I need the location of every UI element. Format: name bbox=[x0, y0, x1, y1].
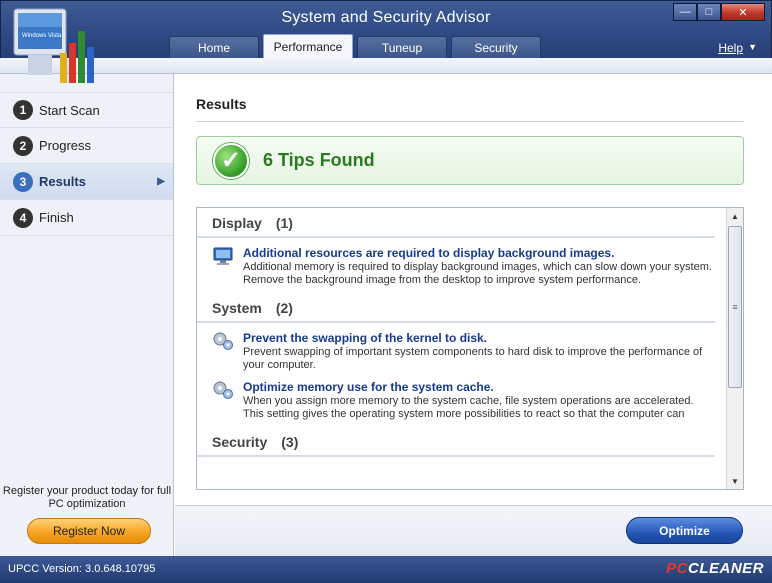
section-count: (3) bbox=[281, 434, 299, 450]
tip-title[interactable]: Optimize memory use for the system cache… bbox=[243, 380, 715, 394]
tab-security[interactable]: Security bbox=[451, 36, 541, 58]
scroll-down-icon[interactable]: ▼ bbox=[727, 473, 743, 489]
optimize-button[interactable]: Optimize bbox=[626, 517, 743, 544]
step-number-4: 4 bbox=[13, 207, 33, 228]
minimize-button[interactable]: — bbox=[673, 3, 697, 21]
step-number-3: 3 bbox=[13, 171, 33, 192]
logo-text: Windows Vista bbox=[22, 33, 62, 39]
list-item[interactable]: Prevent the swapping of the kernel to di… bbox=[197, 323, 715, 372]
divider bbox=[196, 121, 744, 122]
section-count: (1) bbox=[275, 215, 293, 231]
maximize-button[interactable]: □ bbox=[697, 3, 721, 21]
list-item[interactable]: Optimize memory use for the system cache… bbox=[197, 372, 715, 421]
main-panel: Results ✓ 6 Tips Found Display (1) Addit… bbox=[175, 74, 772, 556]
section-title: Display bbox=[212, 215, 262, 231]
monitor-icon bbox=[213, 247, 233, 265]
tips-found-text: 6 Tips Found bbox=[263, 150, 375, 170]
register-now-button[interactable]: Register Now bbox=[27, 518, 151, 544]
scroll-up-icon[interactable]: ▲ bbox=[727, 208, 743, 224]
gears-icon bbox=[213, 332, 233, 350]
window-title: System and Security Advisor bbox=[281, 9, 491, 26]
list-item[interactable]: Additional resources are required to dis… bbox=[197, 238, 715, 287]
section-count: (2) bbox=[275, 300, 293, 316]
results-scrollbar[interactable]: ▲ ≡ ▼ bbox=[726, 208, 743, 489]
step-label: Progress bbox=[39, 138, 92, 153]
tab-content-bar bbox=[0, 58, 772, 74]
section-header-security: Security (3) bbox=[197, 427, 715, 457]
help-menu[interactable]: Help bbox=[718, 41, 743, 55]
section-header-system: System (2) bbox=[197, 293, 715, 323]
tip-title[interactable]: Additional resources are required to dis… bbox=[243, 246, 715, 260]
step-progress[interactable]: 2 Progress bbox=[0, 128, 173, 164]
step-number-2: 2 bbox=[13, 135, 33, 156]
scroll-thumb[interactable]: ≡ bbox=[728, 226, 742, 388]
gears-icon bbox=[213, 381, 233, 399]
step-number-1: 1 bbox=[13, 100, 33, 120]
brand-cleaner: CLEANER bbox=[687, 560, 764, 577]
brand-logo: PCCLEANER bbox=[666, 560, 764, 577]
status-bar: UPCC Version: 3.0.648.10795 PCCLEANER bbox=[0, 556, 772, 583]
tip-description: Additional memory is required to display… bbox=[243, 261, 712, 286]
step-start-scan[interactable]: 1 Start Scan bbox=[0, 92, 173, 128]
tab-performance[interactable]: Performance bbox=[263, 34, 353, 58]
tab-home[interactable]: Home bbox=[169, 36, 259, 58]
step-finish[interactable]: 4 Finish bbox=[0, 200, 173, 236]
sidebar: 1 Start Scan 2 Progress 3 Results ▶ 4 Fi… bbox=[0, 74, 174, 556]
brand-pc: PC bbox=[666, 560, 688, 577]
version-text: UPCC Version: 3.0.648.10795 bbox=[8, 563, 156, 575]
step-results[interactable]: 3 Results ▶ bbox=[0, 164, 173, 200]
tips-found-banner: ✓ 6 Tips Found bbox=[196, 136, 744, 185]
tab-bar: Home Performance Tuneup Security bbox=[169, 34, 541, 58]
register-prompt: Register your product today for full PC … bbox=[2, 485, 172, 510]
app-logo-icon: Windows Vista bbox=[13, 8, 94, 83]
step-label: Finish bbox=[39, 210, 74, 225]
window-controls: — □ ✕ bbox=[673, 3, 765, 21]
close-button[interactable]: ✕ bbox=[721, 3, 765, 21]
help-dropdown-icon[interactable]: ▼ bbox=[748, 42, 757, 52]
tip-description: When you assign more memory to the syste… bbox=[243, 395, 694, 420]
checkmark-icon: ✓ bbox=[213, 142, 249, 179]
chevron-right-icon: ▶ bbox=[157, 176, 165, 187]
action-footer: Optimize bbox=[175, 505, 772, 556]
tab-tuneup[interactable]: Tuneup bbox=[357, 36, 447, 58]
results-list: Display (1) Additional resources are req… bbox=[196, 207, 744, 490]
tip-title[interactable]: Prevent the swapping of the kernel to di… bbox=[243, 331, 715, 345]
section-title: System bbox=[212, 300, 262, 316]
step-label: Results bbox=[39, 174, 86, 189]
section-title: Security bbox=[212, 434, 268, 450]
section-header-display: Display (1) bbox=[197, 208, 715, 238]
step-label: Start Scan bbox=[39, 102, 100, 118]
page-title: Results bbox=[196, 96, 247, 112]
tip-description: Prevent swapping of important system com… bbox=[243, 346, 703, 371]
